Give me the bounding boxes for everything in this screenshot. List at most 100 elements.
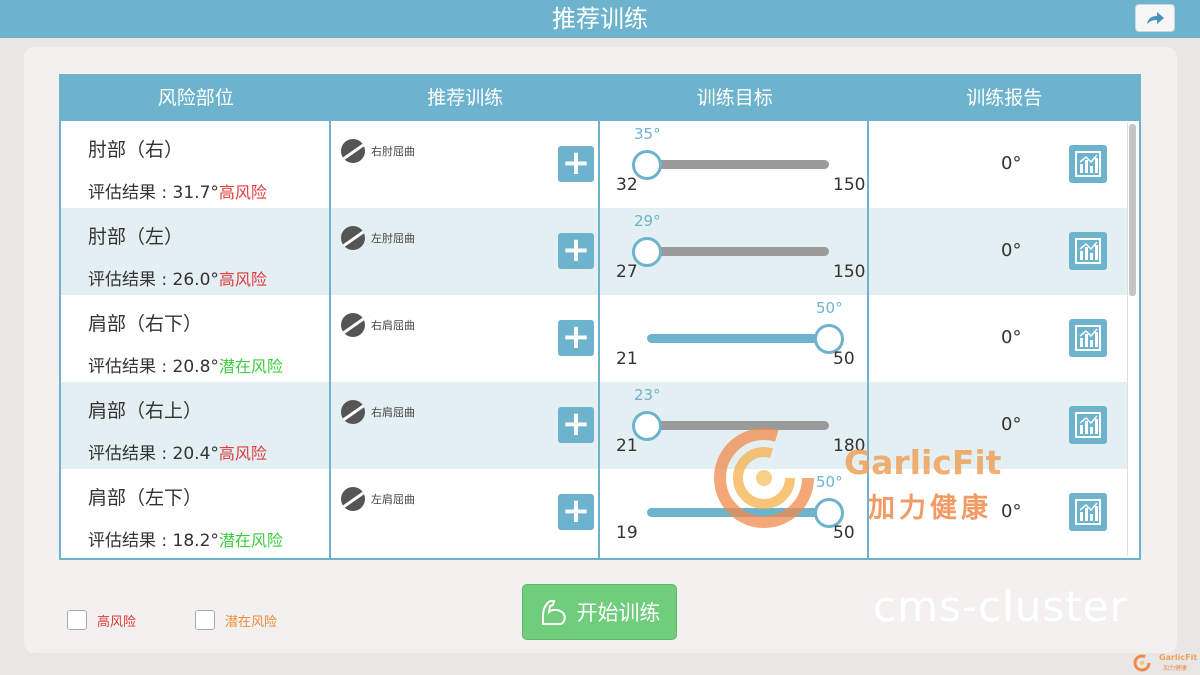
column-header-target: 训练目标	[696, 87, 773, 109]
recommended-exercise[interactable]: 右肘屈曲	[341, 139, 417, 163]
logo-text-cn: 加力健康	[868, 493, 992, 524]
risk-part-label: 肩部（右上）	[88, 400, 203, 422]
result-value: 26.0°	[172, 270, 219, 290]
risk-level: 高风险	[218, 183, 267, 202]
bar-chart-icon	[1075, 151, 1101, 177]
slider-min-value: 27	[616, 262, 638, 282]
slider-max-value: 150	[833, 175, 866, 195]
add-exercise-button[interactable]: +	[558, 320, 594, 356]
risk-part-label: 肩部（右下）	[88, 313, 203, 335]
garlicfit-mini-logo-icon	[1133, 654, 1151, 672]
result-value: 20.8°	[172, 357, 219, 377]
target-slider-track[interactable]	[647, 160, 829, 169]
bicep-icon	[541, 600, 566, 625]
target-value-label: 29°	[634, 212, 661, 230]
scrollbar-thumb[interactable]	[1129, 124, 1136, 296]
exercise-name: 右肘屈曲	[369, 142, 417, 160]
training-report-value: 0°	[1001, 501, 1022, 522]
potential-risk-label: 潜在风险	[225, 614, 278, 630]
assessment-result: 评估结果 : 26.0°高风险	[88, 265, 267, 290]
watermark-text: cms-cluster	[873, 582, 1128, 631]
risk-part-label: 肩部（左下）	[88, 487, 203, 509]
assessment-result: 评估结果 : 31.7°高风险	[88, 178, 267, 203]
start-training-button[interactable]: 开始训练	[522, 584, 677, 640]
report-chart-button[interactable]	[1069, 232, 1107, 270]
exercise-icon	[341, 313, 365, 337]
garlicfit-logo-icon	[714, 428, 814, 528]
target-value-label: 35°	[634, 125, 661, 143]
column-header-report: 训练报告	[966, 87, 1043, 109]
table-row: 肩部（右下） 评估结果 : 20.8°潜在风险 右肩屈曲 + 50° 21 50…	[61, 295, 1129, 382]
risk-part-label: 肘部（左）	[88, 226, 184, 248]
slider-min-value: 21	[616, 349, 638, 369]
high-risk-checkbox[interactable]	[67, 610, 87, 630]
training-report-value: 0°	[1001, 240, 1022, 261]
target-slider-track[interactable]	[647, 334, 829, 343]
add-exercise-button[interactable]: +	[558, 233, 594, 269]
risk-level: 潜在风险	[218, 531, 283, 550]
target-value-label: 50°	[816, 299, 843, 317]
exercise-name: 左肘屈曲	[369, 229, 417, 247]
assessment-result: 评估结果 : 20.8°潜在风险	[88, 352, 283, 377]
table-header: 风险部位 推荐训练 训练目标 训练报告	[61, 76, 1139, 121]
risk-level: 潜在风险	[218, 357, 283, 376]
page-title: 推荐训练	[552, 5, 648, 33]
result-prefix: 评估结果 :	[88, 357, 173, 377]
table-row: 肘部（右） 评估结果 : 31.7°高风险 右肘屈曲 + 35° 32 150 …	[61, 121, 1129, 208]
result-value: 31.7°	[172, 183, 219, 203]
risk-level: 高风险	[218, 444, 267, 463]
column-divider	[329, 121, 331, 558]
slider-max-value: 150	[833, 262, 866, 282]
add-exercise-button[interactable]: +	[558, 494, 594, 530]
risk-level: 高风险	[218, 270, 267, 289]
share-arrow-icon	[1147, 12, 1164, 24]
slider-min-value: 19	[616, 523, 638, 543]
result-prefix: 评估结果 :	[88, 270, 173, 290]
logo-text-en: GarlicFit	[844, 443, 1002, 482]
report-chart-button[interactable]	[1069, 406, 1107, 444]
bar-chart-icon	[1075, 325, 1101, 351]
report-chart-button[interactable]	[1069, 319, 1107, 357]
legend-potential-risk[interactable]: 潜在风险	[195, 610, 277, 630]
assessment-result: 评估结果 : 20.4°高风险	[88, 439, 267, 464]
bar-chart-icon	[1075, 238, 1101, 264]
slider-max-value: 50	[833, 523, 855, 543]
high-risk-label: 高风险	[97, 614, 137, 630]
report-chart-button[interactable]	[1069, 493, 1107, 531]
column-divider	[598, 121, 600, 558]
slider-max-value: 50	[833, 349, 855, 369]
result-prefix: 评估结果 :	[88, 444, 173, 464]
share-button[interactable]	[1135, 4, 1175, 32]
table-scrollbar[interactable]	[1127, 123, 1138, 556]
risk-part-label: 肘部（右）	[88, 139, 184, 161]
result-value: 18.2°	[172, 531, 219, 551]
recommended-exercise[interactable]: 左肩屈曲	[341, 487, 417, 511]
exercise-icon	[341, 226, 365, 250]
result-prefix: 评估结果 :	[88, 531, 173, 551]
add-exercise-button[interactable]: +	[558, 407, 594, 443]
potential-risk-checkbox[interactable]	[195, 610, 215, 630]
bar-chart-icon	[1075, 412, 1101, 438]
report-chart-button[interactable]	[1069, 145, 1107, 183]
legend-high-risk[interactable]: 高风险	[67, 610, 136, 630]
target-value-label: 23°	[634, 386, 661, 404]
result-prefix: 评估结果 :	[88, 183, 173, 203]
exercise-icon	[341, 139, 365, 163]
recommended-exercise[interactable]: 右肩屈曲	[341, 313, 417, 337]
recommended-exercise[interactable]: 右肩屈曲	[341, 400, 417, 424]
recommended-exercise[interactable]: 左肘屈曲	[341, 226, 417, 250]
mini-logo-en: GarlicFit	[1159, 653, 1198, 662]
title-bar: 推荐训练	[0, 0, 1200, 38]
column-header-recommended: 推荐训练	[427, 87, 504, 109]
add-exercise-button[interactable]: +	[558, 146, 594, 182]
target-slider-track[interactable]	[647, 247, 829, 256]
exercise-name: 右肩屈曲	[369, 403, 417, 421]
table-row: 肘部（左） 评估结果 : 26.0°高风险 左肘屈曲 + 29° 27 150 …	[61, 208, 1129, 295]
exercise-name: 左肩屈曲	[369, 490, 417, 508]
exercise-icon	[341, 400, 365, 424]
assessment-result: 评估结果 : 18.2°潜在风险	[88, 526, 283, 551]
mini-logo-cn: 加力健康	[1163, 665, 1188, 672]
training-report-value: 0°	[1001, 414, 1022, 435]
exercise-name: 右肩屈曲	[369, 316, 417, 334]
slider-min-value: 32	[616, 175, 638, 195]
